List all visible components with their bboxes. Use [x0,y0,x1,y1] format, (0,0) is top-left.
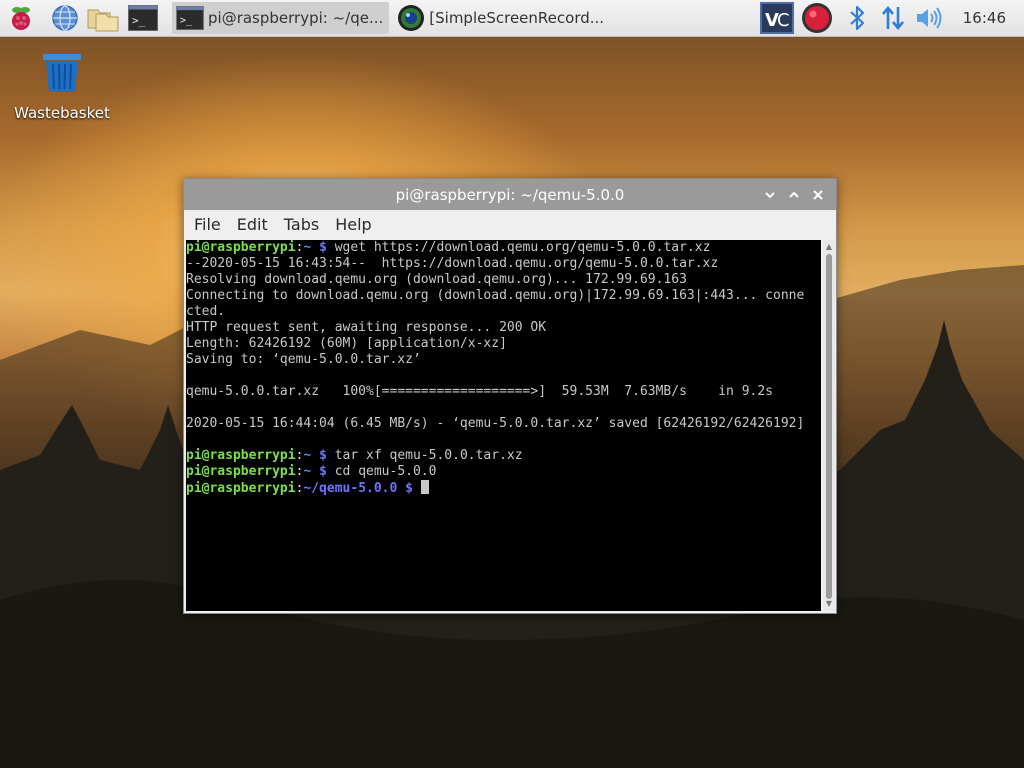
terminal-window: pi@raspberrypi: ~/qemu-5.0.0 File Edit T… [183,178,837,614]
chevron-down-icon [765,191,775,198]
menu-bar: File Edit Tabs Help [184,210,836,238]
vnc-icon[interactable]: V C [759,0,795,36]
terminal-scrollbar[interactable]: ▲ ▼ [823,240,835,611]
text-cursor [420,480,429,494]
prompt-dollar: $ [319,448,327,463]
command-text: tar xf qemu-5.0.0.tar.xz [334,448,523,463]
window-title: pi@raspberrypi: ~/qemu-5.0.0 [395,185,625,204]
scrollbar-thumb[interactable] [826,254,832,599]
prompt-path: ~ [303,240,312,255]
terminal-line: Length: 62426192 (60M) [application/x-xz… [186,336,507,351]
chevron-up-icon [789,191,799,198]
prompt-user: pi@raspberrypi [186,240,296,255]
svg-text:>_: >_ [132,14,146,27]
prompt-dollar: $ [319,240,327,255]
taskbar-item-label: pi@raspberrypi: ~/qe... [208,9,384,27]
raspberry-menu-icon[interactable] [4,1,38,35]
scroll-up-icon[interactable]: ▲ [825,243,833,251]
menu-help[interactable]: Help [327,215,379,234]
prompt-user: pi@raspberrypi [186,481,296,496]
taskbar-item-simplescreenrecorder[interactable]: [SimpleScreenRecord... [393,2,610,34]
minimize-button[interactable] [758,183,782,207]
desktop-icon-label: Wastebasket [14,104,110,122]
menu-tabs[interactable]: Tabs [276,215,327,234]
web-browser-icon[interactable] [48,1,82,35]
svg-text:>_: >_ [180,16,193,27]
terminal-line: HTTP request sent, awaiting response... … [186,320,547,335]
prompt-path: ~ [303,464,312,479]
simplescreenrecorder-icon [398,5,425,31]
terminal-line: 2020-05-15 16:44:04 (6.45 MB/s) - ‘qemu-… [186,416,805,431]
taskbar-item-terminal[interactable]: >_ pi@raspberrypi: ~/qe... [172,2,390,34]
wastebasket-icon [43,54,81,92]
terminal-line: Saving to: ‘qemu-5.0.0.tar.xz’ [186,352,421,367]
terminal-line: pi@raspberrypi:~ $ cd qemu-5.0.0 [186,464,821,480]
terminal-line: --2020-05-15 16:43:54-- https://download… [186,256,719,271]
prompt-user: pi@raspberrypi [186,464,296,479]
prompt-user: pi@raspberrypi [186,448,296,463]
maximize-button[interactable] [782,183,806,207]
svg-text:C: C [777,10,790,31]
terminal-line: qemu-5.0.0.tar.xz 100%[=================… [186,384,773,399]
prompt-dollar: $ [319,464,327,479]
terminal-line: pi@raspberrypi:~ $ wget https://download… [186,240,821,256]
bluetooth-icon[interactable] [839,0,875,36]
prompt-path: ~/qemu-5.0.0 [303,481,398,496]
taskbar-item-label: [SimpleScreenRecord... [429,9,605,27]
wastebasket-desktop-icon[interactable]: Wastebasket [14,50,110,122]
scroll-down-icon[interactable]: ▼ [825,600,833,608]
command-text: cd qemu-5.0.0 [334,464,437,479]
prompt-dollar: $ [405,481,413,496]
taskbar: >_ >_ pi@raspberrypi: ~/qe... [SimpleScr… [0,0,1024,37]
command-text: wget https://download.qemu.org/qemu-5.0.… [334,240,711,255]
volume-icon[interactable] [911,0,947,36]
terminal-output[interactable]: pi@raspberrypi:~ $ wget https://download… [186,240,821,611]
system-tray: V C 16:46 [759,0,1024,36]
close-icon [813,189,823,200]
terminal-line: Resolving download.qemu.org (download.qe… [186,272,687,287]
terminal-icon: >_ [176,6,204,30]
menu-file[interactable]: File [186,215,229,234]
terminal-line: Connecting to download.qemu.org (downloa… [186,288,805,303]
window-titlebar[interactable]: pi@raspberrypi: ~/qemu-5.0.0 [184,179,836,210]
prompt-path: ~ [303,448,312,463]
terminal-line: pi@raspberrypi:~/qemu-5.0.0 $ [186,480,821,496]
terminal-line: pi@raspberrypi:~ $ tar xf qemu-5.0.0.tar… [186,448,821,464]
terminal-line: cted. [186,304,226,319]
terminal-launcher-icon[interactable]: >_ [126,1,160,35]
menu-edit[interactable]: Edit [229,215,276,234]
record-icon[interactable] [799,0,835,36]
network-icon[interactable] [875,0,911,36]
clock[interactable]: 16:46 [963,9,1006,27]
file-manager-icon[interactable] [86,1,120,35]
close-button[interactable] [806,183,830,207]
